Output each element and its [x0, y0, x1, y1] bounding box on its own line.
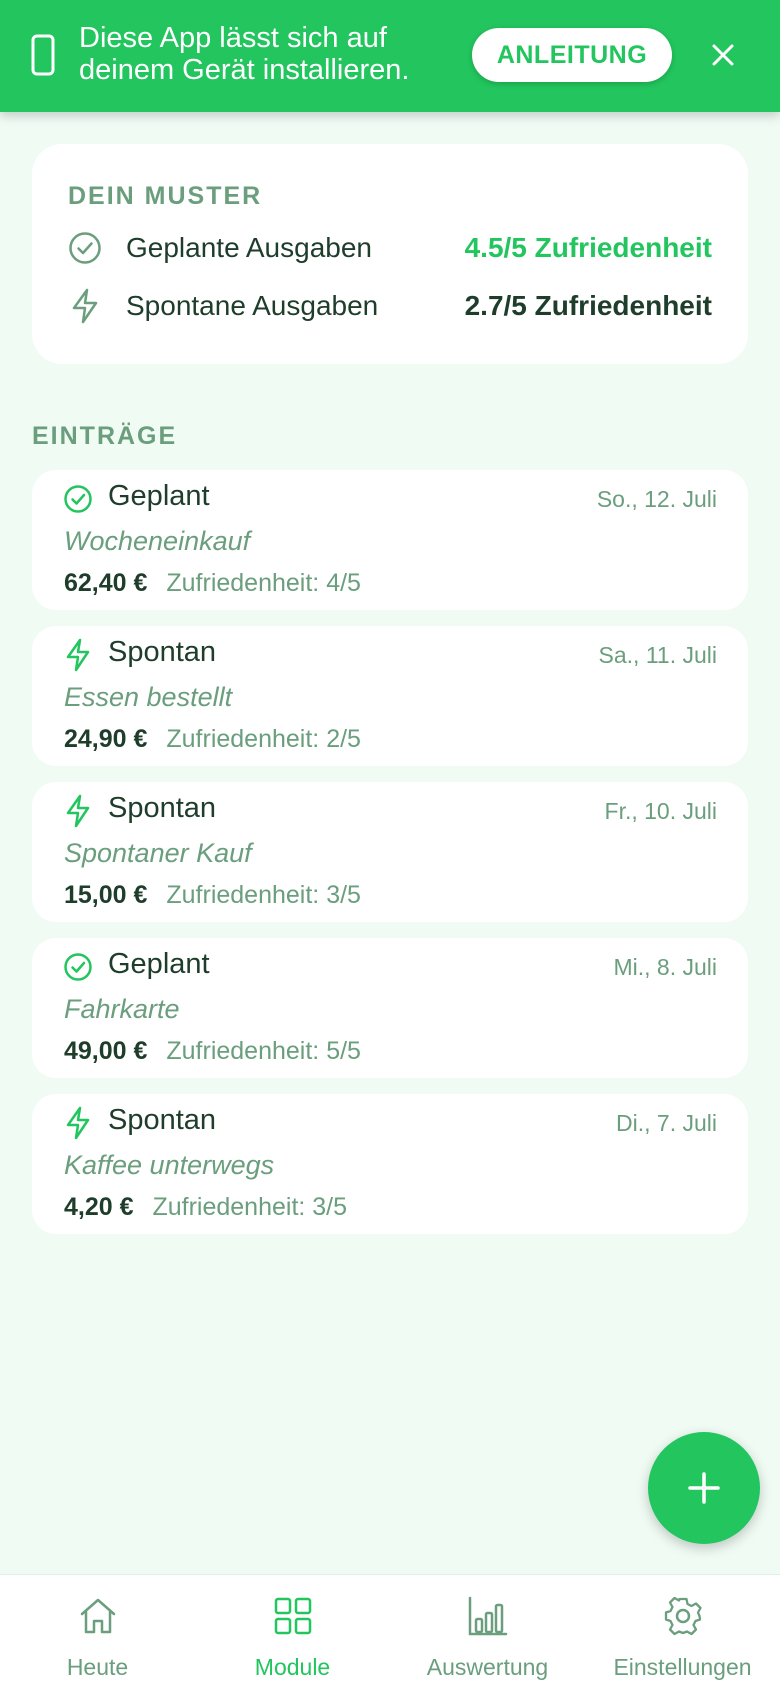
entry-satisfaction: Zufriedenheit: 4/5 [166, 569, 361, 597]
entry-card[interactable]: Spontan Fr., 10. Juli Spontaner Kauf 15,… [32, 782, 748, 922]
pattern-label: Geplante Ausgaben [126, 232, 372, 263]
entry-details: 62,40 € Zufriedenheit: 4/5 [64, 569, 361, 598]
entry-card[interactable]: Spontan Sa., 11. Juli Essen bestellt 24,… [32, 626, 748, 766]
bottom-navigation: Heute Module Auswertung Einstellungen [0, 1574, 780, 1688]
entry-satisfaction: Zufriedenheit: 5/5 [166, 1037, 361, 1065]
entry-description: Fahrkarte [64, 994, 180, 1024]
check-circle-icon [69, 232, 101, 264]
check-circle-icon [64, 953, 92, 981]
plus-icon [688, 1472, 720, 1504]
entries-title: EINTRÄGE [32, 422, 178, 450]
pattern-row-planned: Geplante Ausgaben 4.5/5 Zufriedenheit [32, 230, 748, 270]
nav-label: Einstellungen [613, 1654, 752, 1680]
entry-details: 49,00 € Zufriedenheit: 5/5 [64, 1037, 361, 1066]
pattern-title: DEIN MUSTER [68, 182, 263, 210]
entry-amount: 62,40 € [64, 569, 148, 597]
nav-label: Module [254, 1654, 331, 1680]
entry-amount: 15,00 € [64, 881, 148, 909]
entry-description: Spontaner Kauf [64, 838, 252, 868]
nav-label: Heute [66, 1654, 129, 1680]
entry-type: Spontan [108, 636, 217, 668]
entry-amount: 24,90 € [64, 725, 148, 753]
entry-date: So., 12. Juli [596, 486, 717, 512]
nav-item-heute[interactable]: Heute [0, 1575, 195, 1688]
entry-card[interactable]: Spontan Di., 7. Juli Kaffee unterwegs 4,… [32, 1094, 748, 1234]
entry-amount: 4,20 € [64, 1193, 134, 1221]
entry-description: Essen bestellt [64, 682, 233, 712]
entry-card[interactable]: Geplant Mi., 8. Juli Fahrkarte 49,00 € Z… [32, 938, 748, 1078]
lightning-icon [66, 1106, 90, 1140]
entry-description: Wocheneinkauf [64, 526, 251, 556]
entry-description: Kaffee unterwegs [64, 1150, 275, 1180]
entry-details: 15,00 € Zufriedenheit: 3/5 [64, 881, 361, 910]
entry-card[interactable]: Geplant So., 12. Juli Wocheneinkauf 62,4… [32, 470, 748, 610]
grid-icon [274, 1597, 312, 1635]
entry-satisfaction: Zufriedenheit: 3/5 [152, 1193, 348, 1221]
check-circle-icon [64, 485, 92, 513]
bar-chart-icon [468, 1596, 508, 1636]
nav-item-auswertung[interactable]: Auswertung [390, 1575, 585, 1688]
app-screen: Diese App lässt sich auf deinem Gerät in… [0, 0, 780, 1688]
nav-label: Auswertung [426, 1654, 549, 1680]
entry-date: Di., 7. Juli [616, 1110, 717, 1136]
phone-icon [31, 34, 55, 76]
entry-type: Geplant [108, 480, 210, 512]
entry-type: Spontan [108, 1104, 217, 1136]
pattern-value: 4.5/5 Zufriedenheit [464, 232, 712, 263]
entry-date: Fr., 10. Juli [604, 798, 717, 824]
entry-details: 24,90 € Zufriedenheit: 2/5 [64, 725, 361, 754]
entry-details: 4,20 € Zufriedenheit: 3/5 [64, 1193, 347, 1222]
pattern-row-spontaneous: Spontane Ausgaben 2.7/5 Zufriedenheit [32, 288, 748, 328]
add-entry-button[interactable] [648, 1432, 760, 1544]
install-banner: Diese App lässt sich auf deinem Gerät in… [0, 0, 780, 112]
lightning-icon [66, 794, 90, 828]
lightning-icon [66, 638, 90, 672]
nav-item-module[interactable]: Module [195, 1575, 390, 1688]
entry-type: Spontan [108, 792, 217, 824]
gear-icon [664, 1596, 702, 1636]
home-icon [80, 1598, 116, 1634]
install-banner-message: Diese App lässt sich auf deinem Gerät in… [79, 22, 410, 86]
close-icon[interactable] [708, 40, 738, 70]
instructions-button[interactable]: ANLEITUNG [472, 28, 672, 82]
entry-type: Geplant [108, 948, 210, 980]
entry-amount: 49,00 € [64, 1037, 148, 1065]
pattern-value: 2.7/5 Zufriedenheit [464, 290, 712, 321]
entry-satisfaction: Zufriedenheit: 3/5 [166, 881, 361, 909]
nav-item-einstellungen[interactable]: Einstellungen [585, 1575, 780, 1688]
entry-date: Sa., 11. Juli [598, 642, 717, 668]
entry-date: Mi., 8. Juli [613, 954, 717, 980]
lightning-icon [72, 288, 98, 324]
entry-satisfaction: Zufriedenheit: 2/5 [166, 725, 361, 753]
pattern-label: Spontane Ausgaben [126, 290, 379, 321]
